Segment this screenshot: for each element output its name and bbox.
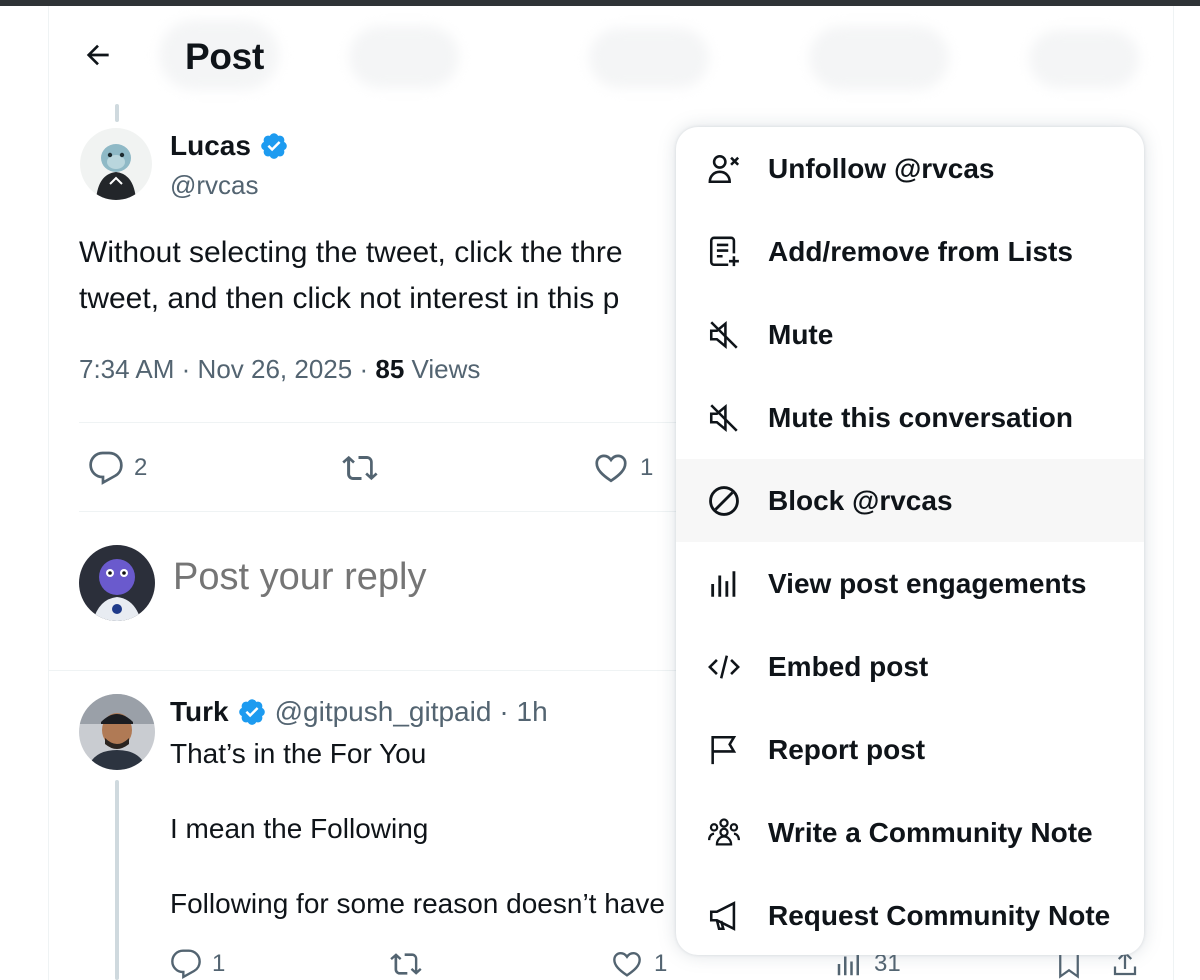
menu-item-block[interactable]: Block @rvcas	[676, 459, 1144, 542]
mute-icon	[706, 400, 742, 436]
block-icon	[706, 483, 742, 519]
repost-button[interactable]	[340, 450, 380, 486]
menu-item-engagements[interactable]: View post engagements	[676, 542, 1144, 625]
post-metadata: 7:34 AM · Nov 26, 2025 · 85 Views	[79, 354, 480, 385]
back-button[interactable]	[75, 32, 121, 78]
repost-icon	[342, 455, 378, 481]
divider	[79, 422, 677, 423]
divider	[79, 511, 677, 512]
separator: ·	[359, 354, 369, 384]
menu-item-unfollow[interactable]: Unfollow @rvcas	[676, 127, 1144, 210]
community-icon	[706, 815, 742, 851]
menu-item-label: View post engagements	[768, 567, 1087, 599]
blurred-background	[809, 26, 949, 90]
author-avatar[interactable]	[80, 128, 152, 200]
page-title: Post	[185, 36, 264, 77]
heart-icon	[613, 951, 641, 977]
reply-header: Turk @gitpush_gitpaid · 1h	[170, 696, 548, 728]
menu-item-label: Mute	[768, 318, 834, 350]
menu-item-label: Request Community Note	[768, 899, 1111, 931]
menu-item-mute-conversation[interactable]: Mute this conversation	[676, 376, 1144, 459]
verified-badge-icon	[238, 699, 265, 725]
author-name-text: Lucas	[170, 130, 251, 161]
reply-author-handle[interactable]: @gitpush_gitpaid	[275, 696, 492, 728]
menu-item-lists[interactable]: Add/remove from Lists	[676, 210, 1144, 293]
list-add-icon	[706, 234, 742, 270]
flag-icon	[706, 732, 742, 768]
blurred-background	[1029, 30, 1139, 88]
column-border-right	[1173, 6, 1174, 980]
reply-text-line: I mean the Following	[170, 813, 429, 844]
back-arrow-icon	[86, 44, 109, 66]
menu-item-write-community-note[interactable]: Write a Community Note	[676, 791, 1144, 874]
reply-count: 1	[212, 950, 226, 977]
views-label: Views	[411, 354, 481, 384]
reply-author-name[interactable]: Turk	[170, 696, 229, 728]
reply-input[interactable]	[173, 556, 653, 599]
blurred-background	[349, 26, 459, 88]
blurred-background	[589, 28, 709, 88]
post-text: Without selecting the tweet, click the t…	[79, 230, 677, 322]
menu-item-mute[interactable]: Mute	[676, 293, 1144, 376]
like-button[interactable]: 1	[610, 948, 667, 980]
reply-icon	[171, 949, 201, 979]
post-text-line: tweet, and then click not interest in th…	[79, 282, 620, 315]
menu-item-label: Embed post	[768, 650, 929, 682]
menu-item-embed[interactable]: Embed post	[676, 625, 1144, 708]
separator: ·	[181, 354, 191, 384]
menu-item-label: Unfollow @rvcas	[768, 152, 995, 184]
header: Post	[49, 6, 1173, 102]
thread-line	[115, 104, 119, 122]
reply-text-line: Following for some reason doesn’t have	[170, 888, 665, 919]
reply-text-line: That’s in the For You	[170, 738, 427, 769]
menu-item-label: Write a Community Note	[768, 816, 1093, 848]
megaphone-icon	[706, 898, 742, 934]
post-date[interactable]: Nov 26, 2025	[198, 354, 353, 384]
post-time[interactable]: 7:34 AM	[79, 354, 174, 384]
post-options-menu: Unfollow @rvcas Add/remove from Lists Mu…	[676, 127, 1144, 955]
reply-button[interactable]: 1	[170, 948, 225, 980]
repost-icon	[390, 953, 422, 975]
current-user-avatar[interactable]	[79, 545, 155, 621]
author-handle[interactable]: @rvcas	[170, 170, 259, 201]
author-name[interactable]: Lucas	[170, 130, 289, 162]
menu-item-label: Report post	[768, 733, 926, 765]
thread-line	[115, 780, 119, 980]
menu-item-label: Add/remove from Lists	[768, 235, 1073, 267]
menu-item-label: Block @rvcas	[768, 484, 953, 516]
reply-time[interactable]: · 1h	[499, 696, 547, 728]
reply-author-avatar[interactable]	[79, 694, 155, 770]
reply-icon	[89, 451, 123, 485]
like-count: 1	[640, 454, 654, 481]
menu-item-request-community-note[interactable]: Request Community Note	[676, 874, 1144, 955]
code-icon	[706, 649, 742, 685]
engagements-icon	[706, 566, 742, 602]
post-text-line: Without selecting the tweet, click the t…	[79, 236, 623, 269]
repost-button[interactable]	[388, 948, 424, 980]
heart-icon	[595, 454, 627, 483]
column-border-left	[48, 6, 49, 980]
views-count: 85	[375, 354, 405, 384]
menu-item-label: Mute this conversation	[768, 401, 1073, 433]
verified-badge-icon	[261, 133, 287, 159]
like-count: 1	[654, 950, 668, 977]
reply-count: 2	[134, 454, 148, 481]
mute-icon	[706, 317, 742, 353]
divider	[49, 670, 677, 671]
unfollow-icon	[706, 151, 742, 187]
menu-item-report[interactable]: Report post	[676, 708, 1144, 791]
reply-button[interactable]: 2	[88, 450, 147, 486]
like-button[interactable]: 1	[592, 450, 653, 486]
